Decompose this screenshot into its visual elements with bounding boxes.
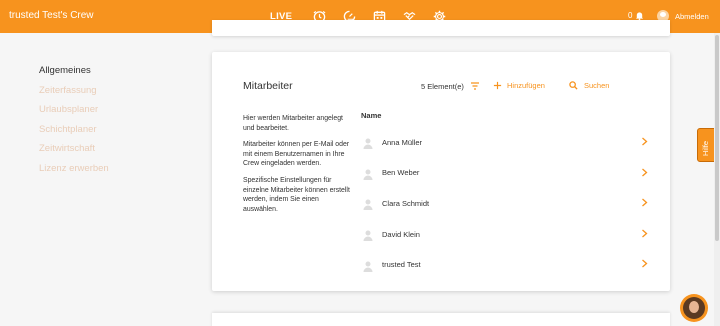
search-button[interactable]: Suchen — [569, 81, 609, 90]
next-card — [212, 313, 670, 326]
description-paragraph: Spezifische Einstellungen für einzelne M… — [243, 176, 350, 213]
chevron-right-icon[interactable] — [641, 137, 648, 146]
element-count: 5 Element(e) — [421, 82, 464, 91]
scrollbar-thumb[interactable] — [715, 35, 719, 241]
description-paragraph: Hier werden Mitarbeiter angelegt und bea… — [243, 115, 343, 132]
sidebar-item-zeiterfassung[interactable]: Zeiterfassung — [39, 85, 109, 105]
employee-name: David Klein — [382, 229, 420, 239]
person-icon — [362, 197, 374, 211]
scrollbar[interactable] — [714, 33, 720, 326]
person-icon — [362, 259, 374, 272]
app-title[interactable]: trusted Test's Crew — [9, 10, 94, 21]
sidebar-item-zeitwirtschaft[interactable]: Zeitwirtschaft — [39, 143, 109, 163]
filter-icon[interactable] — [470, 81, 480, 91]
description-paragraph: Mitarbeiter können per E-Mail oder mit e… — [243, 141, 350, 168]
logout-link[interactable]: Abmelden — [675, 12, 709, 21]
search-button-label: Suchen — [584, 81, 610, 90]
support-chat-avatar[interactable] — [680, 294, 708, 322]
employee-name: Clara Schmidt — [382, 198, 430, 208]
chevron-right-icon[interactable] — [641, 168, 648, 177]
employee-name: Ben Weber — [382, 168, 420, 178]
notification-count: 0 — [628, 11, 633, 20]
employee-row[interactable]: David Klein — [362, 219, 652, 250]
employee-name: trusted Test — [382, 260, 421, 270]
card-description: Hier werden Mitarbeiter angelegt und bea… — [243, 114, 353, 221]
employee-row[interactable]: Anna Müller — [362, 127, 652, 158]
employees-card: Mitarbeiter 5 Element(e) Hinzufügen Such… — [212, 52, 670, 291]
person-icon — [362, 228, 374, 242]
settings-sidebar: Allgemeines Zeiterfassung Urlaubsplaner … — [39, 65, 109, 183]
chevron-right-icon[interactable] — [641, 259, 648, 268]
previous-card — [212, 20, 670, 36]
search-icon — [569, 81, 578, 90]
sidebar-item-urlaubsplaner[interactable]: Urlaubsplaner — [39, 104, 109, 124]
sidebar-item-lizenz[interactable]: Lizenz erwerben — [39, 163, 109, 183]
employee-row[interactable]: Ben Weber — [362, 158, 652, 189]
help-tab[interactable]: Hilfe — [697, 128, 715, 162]
employee-row[interactable]: trusted Test — [362, 249, 652, 280]
card-title: Mitarbeiter — [243, 80, 293, 92]
employee-name: Anna Müller — [382, 137, 423, 147]
add-button[interactable]: Hinzufügen — [493, 81, 545, 90]
sidebar-item-allgemeines[interactable]: Allgemeines — [39, 65, 109, 85]
chevron-right-icon[interactable] — [641, 229, 648, 238]
plus-icon — [493, 81, 502, 90]
person-icon — [362, 167, 374, 180]
help-tab-label: Hilfe — [701, 140, 710, 156]
bell-icon — [636, 12, 644, 20]
notifications[interactable]: 0 — [628, 11, 644, 20]
employee-list: Anna Müller Ben Weber Clara Schmidt Davi… — [362, 127, 652, 280]
column-header-name[interactable]: Name — [361, 111, 381, 120]
chevron-right-icon[interactable] — [641, 198, 648, 207]
sidebar-item-schichtplaner[interactable]: Schichtplaner — [39, 124, 109, 144]
person-icon — [362, 136, 374, 150]
employee-row[interactable]: Clara Schmidt — [362, 188, 652, 219]
add-button-label: Hinzufügen — [507, 81, 545, 90]
